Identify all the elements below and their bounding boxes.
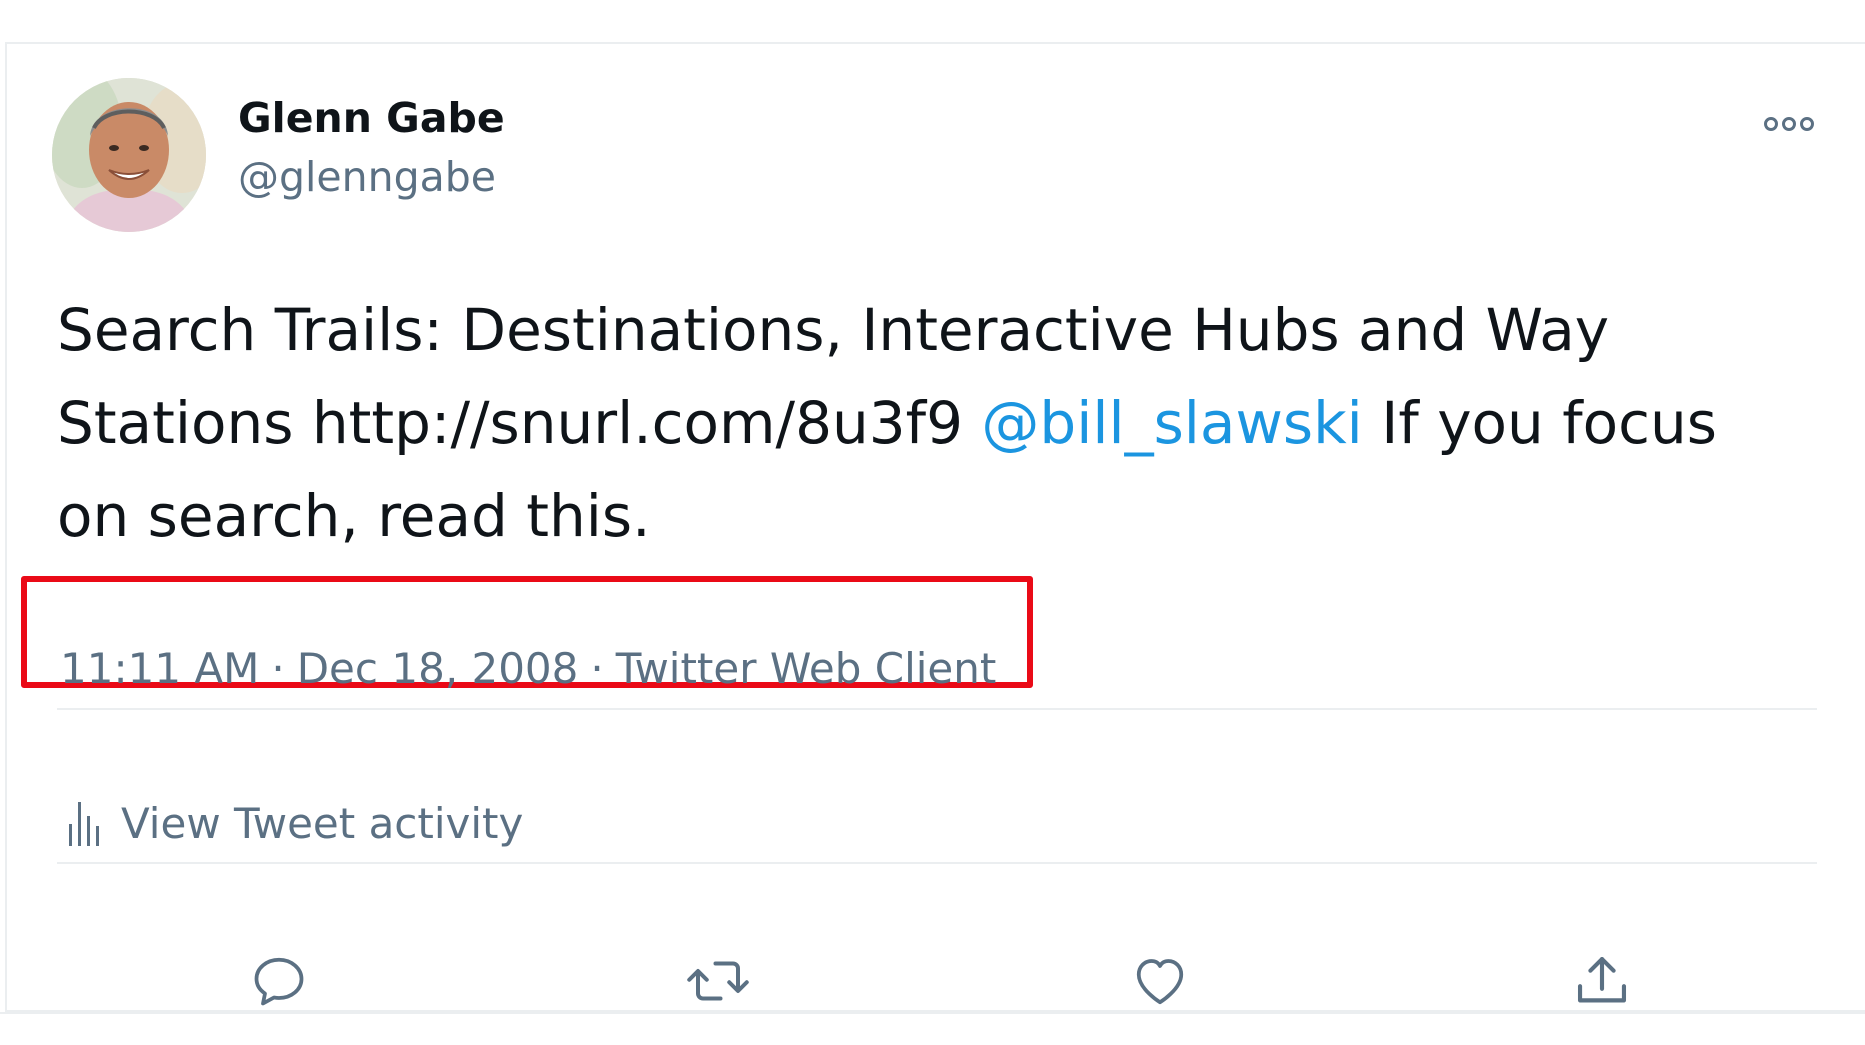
author-display-name[interactable]: Glenn Gabe [238, 98, 505, 139]
heart-icon [1136, 959, 1184, 1005]
view-tweet-activity-link[interactable]: View Tweet activity [69, 802, 523, 846]
like-button[interactable] [1125, 946, 1195, 1016]
bar-chart-icon [69, 802, 99, 846]
tweet-time[interactable]: 11:11 AM [60, 644, 259, 693]
reply-button[interactable] [244, 946, 314, 1016]
mention-link[interactable]: @bill_slawski [981, 389, 1362, 457]
share-button[interactable] [1567, 946, 1637, 1016]
share-icon [1577, 956, 1627, 1003]
tweet-meta: 11:11 AM · Dec 18, 2008 · Twitter Web Client [60, 648, 996, 690]
divider [0, 1012, 1865, 1014]
tweet-client[interactable]: Twitter Web Client [616, 644, 997, 693]
tweet-date[interactable]: Dec 18, 2008 [297, 644, 579, 693]
retweet-icon [687, 961, 749, 1001]
view-tweet-activity-label: View Tweet activity [121, 799, 524, 848]
retweet-button[interactable] [683, 946, 753, 1016]
author-handle[interactable]: @glenngabe [238, 157, 496, 198]
divider [57, 862, 1817, 864]
divider [57, 708, 1817, 710]
meta-separator: · [590, 644, 604, 693]
tweet-text: Search Trails: Destinations, Interactive… [57, 284, 1797, 563]
avatar[interactable] [52, 78, 206, 232]
tweet-card: Glenn Gabe @glenngabe Search Trails: Des… [5, 42, 1865, 1012]
avatar-portrait-icon [52, 78, 206, 232]
reply-icon [254, 957, 304, 1006]
meta-separator: · [271, 644, 285, 693]
more-icon[interactable] [1759, 106, 1819, 142]
